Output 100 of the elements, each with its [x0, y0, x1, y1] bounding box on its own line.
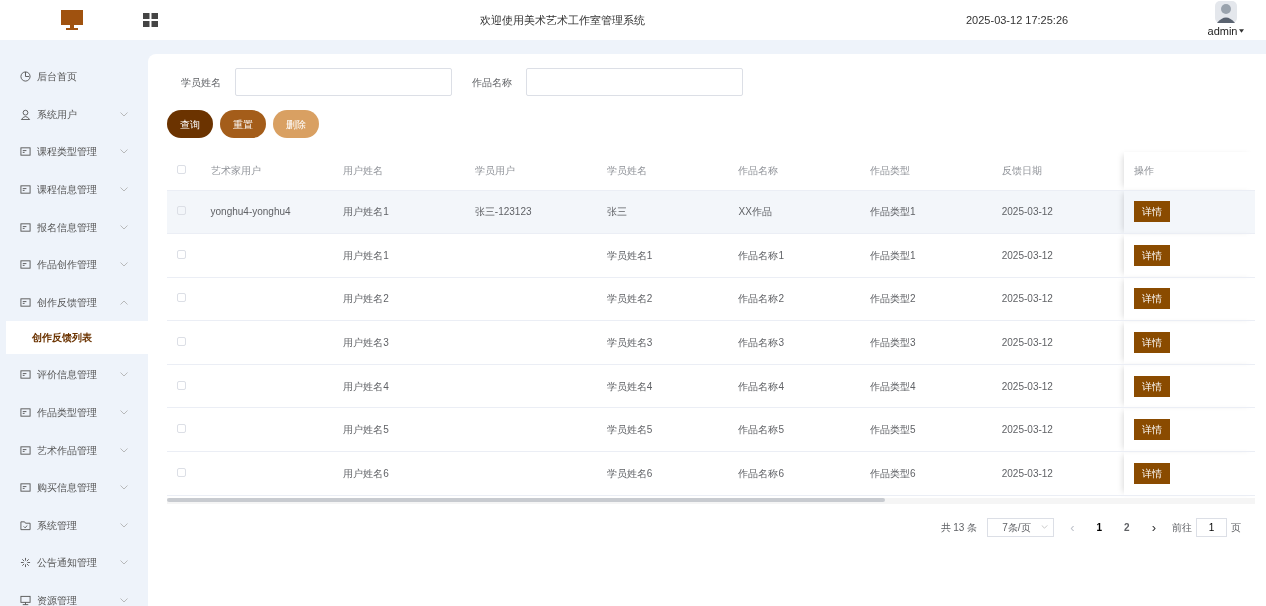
folder-icon [20, 519, 31, 531]
user-menu[interactable]: admin [1207, 22, 1238, 40]
sidebar-item[interactable]: 评价信息管理 [0, 356, 148, 394]
table-cell: 2025-03-12 [991, 451, 1124, 496]
checkbox[interactable] [177, 165, 186, 175]
card-icon [20, 221, 31, 233]
table-cell: 作品类型2 [860, 277, 992, 321]
checkbox[interactable] [177, 337, 186, 347]
details-button[interactable]: 详情 [1133, 201, 1170, 223]
sidebar-item[interactable]: 课程信息管理 [0, 170, 148, 209]
table-cell: 用户姓名5 [333, 407, 465, 452]
caret-icon [1239, 29, 1245, 33]
goto-label: 前往 [1172, 520, 1192, 535]
search-button[interactable]: 查询 [167, 110, 213, 138]
input-field[interactable] [526, 68, 743, 96]
sidebar-item[interactable]: 艺术作品管理 [0, 431, 148, 469]
column-header: 作品名称 [728, 152, 861, 190]
page-number[interactable]: 1 [1090, 519, 1109, 535]
monitor-icon [60, 10, 83, 30]
sidebar-item[interactable]: 公告通知管理 [0, 544, 148, 582]
page-title: 欢迎使用美术艺术工作室管理系统 [479, 13, 645, 26]
table-cell: 作品名称2 [728, 277, 861, 321]
table-cell: 2025-03-12 [991, 277, 1124, 321]
sparkle-icon [20, 557, 31, 569]
table-cell: 用户姓名1 [333, 190, 465, 234]
sidebar-item[interactable]: 作品类型管理 [0, 393, 148, 432]
column-header: 学员用户 [464, 152, 597, 190]
table-cell: 2025-03-12 [991, 364, 1124, 408]
card-icon [20, 296, 31, 308]
table-cell: 作品类型5 [860, 407, 992, 452]
page-size-select[interactable]: 7条/页 [987, 517, 1055, 537]
scrollbar-thumb[interactable] [167, 497, 885, 502]
table-cell: 作品名称5 [728, 407, 861, 452]
column-header: 艺术家用户 [200, 152, 334, 190]
column-header: 操作 [1123, 152, 1255, 190]
sidebar-item[interactable]: 系统用户 [0, 95, 148, 134]
details-button[interactable]: 详情 [1133, 332, 1170, 354]
details-button[interactable]: 详情 [1133, 288, 1170, 310]
column-header: 反馈日期 [991, 152, 1124, 190]
card-icon [20, 259, 31, 271]
checkbox[interactable] [177, 424, 186, 434]
menu-icon[interactable] [143, 13, 158, 27]
datetime: 2025-03-12 17:25:26 [966, 13, 1069, 26]
table-cell: 作品名称6 [728, 451, 861, 496]
column-header: 用户姓名 [333, 152, 465, 190]
column-header: 学员姓名 [596, 152, 729, 190]
details-button[interactable]: 详情 [1133, 419, 1170, 441]
clock-icon [20, 71, 31, 83]
table-cell: 作品类型1 [860, 190, 992, 234]
input-field[interactable] [235, 68, 452, 96]
card-icon [20, 184, 31, 196]
details-button[interactable]: 详情 [1133, 375, 1170, 397]
avatar[interactable] [1215, 0, 1237, 23]
sidebar-subitem[interactable]: 创作反馈列表 [6, 321, 148, 355]
card-icon [20, 407, 31, 419]
table-cell: 学员姓名3 [596, 320, 729, 365]
table-cell: 作品类型1 [860, 233, 992, 278]
checkbox[interactable] [177, 249, 186, 259]
checkbox[interactable] [177, 380, 186, 390]
table-cell: 张三-123123 [464, 190, 597, 234]
checkbox[interactable] [177, 293, 186, 303]
reset-button[interactable]: 重置 [220, 110, 266, 138]
table-cell: 学员姓名1 [596, 233, 729, 278]
user-icon [20, 108, 31, 120]
sidebar-item[interactable]: 后台首页 [0, 58, 148, 96]
sidebar-item[interactable]: 作品创作管理 [0, 245, 148, 284]
goto-suffix: 页 [1231, 520, 1241, 535]
field-label: 作品名称 [471, 75, 513, 90]
table-cell: 用户姓名6 [333, 451, 465, 496]
table-cell: 作品名称1 [728, 233, 861, 278]
details-button[interactable]: 详情 [1133, 462, 1170, 484]
details-button[interactable]: 详情 [1133, 244, 1170, 266]
sidebar-item[interactable]: 报名信息管理 [0, 208, 148, 246]
table-cell: 张三 [596, 190, 729, 234]
screen-icon [20, 595, 31, 606]
column-header: 作品类型 [860, 152, 992, 190]
table-cell: 作品类型4 [860, 364, 992, 408]
table-cell: 用户姓名3 [333, 320, 465, 365]
sidebar-item[interactable]: 系统管理 [0, 506, 148, 545]
page-input[interactable]: 1 [1196, 517, 1227, 537]
sidebar-item[interactable]: 购买信息管理 [0, 468, 148, 507]
sidebar-item[interactable]: 创作反馈管理 [0, 283, 148, 322]
table-cell: 作品类型6 [860, 451, 992, 496]
table-cell: 2025-03-12 [991, 320, 1124, 365]
card-icon [20, 482, 31, 494]
next-page-button[interactable]: › [1145, 517, 1162, 538]
field-label: 学员姓名 [180, 75, 222, 90]
sidebar-item[interactable]: 资源管理 [0, 581, 148, 606]
table-cell: 作品名称3 [728, 320, 861, 365]
total-count: 共 13 条 [940, 520, 978, 535]
sidebar-item[interactable]: 课程类型管理 [0, 133, 148, 171]
chevron-icon [1041, 525, 1049, 530]
table-cell: 用户姓名2 [333, 277, 465, 321]
table-cell: 2025-03-12 [991, 233, 1124, 278]
table-cell: 作品类型3 [860, 320, 992, 365]
page-number[interactable]: 2 [1118, 519, 1136, 535]
table-cell: XX作品 [728, 190, 861, 234]
table-cell: 学员姓名4 [596, 364, 729, 408]
checkbox[interactable] [177, 467, 186, 477]
table-cell: 学员姓名5 [596, 407, 729, 452]
